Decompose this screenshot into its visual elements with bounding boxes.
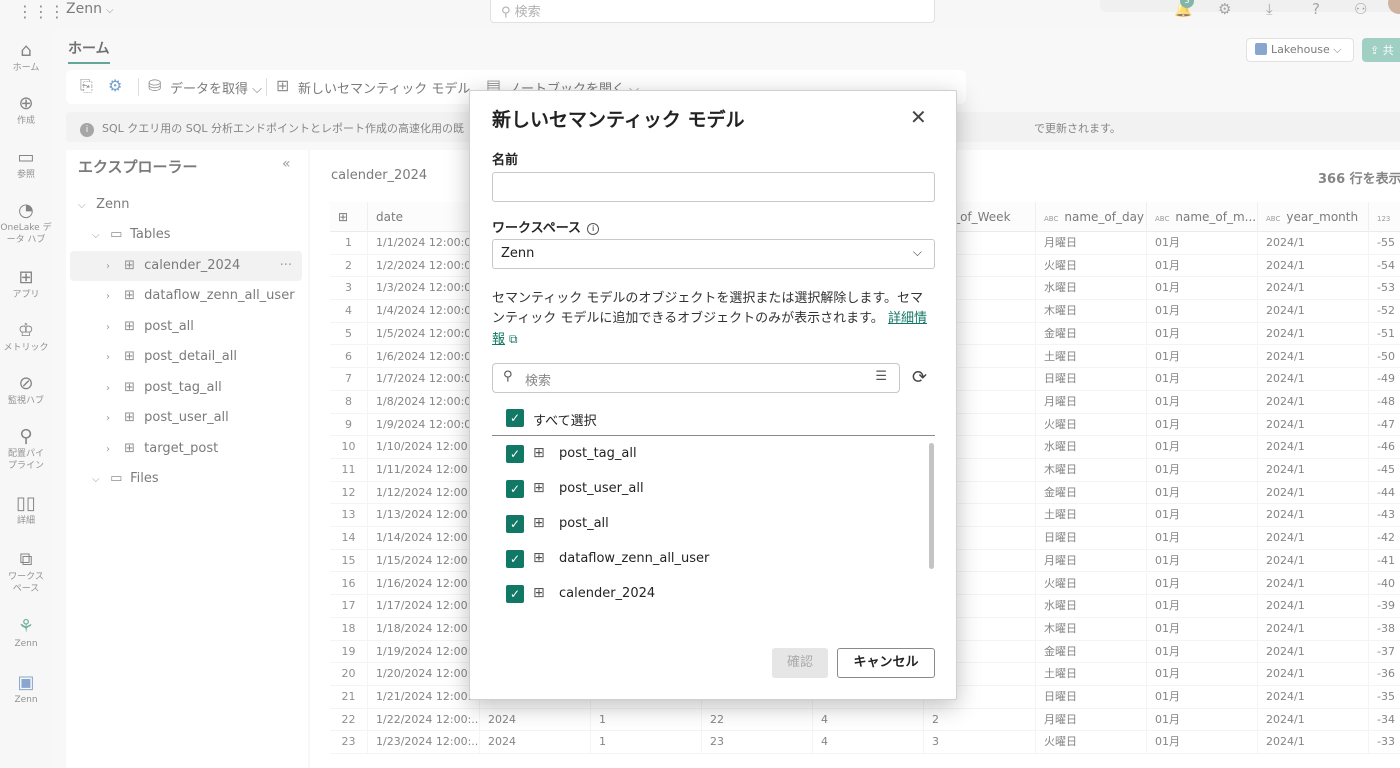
refresh-icon[interactable]: ⟳ (912, 367, 927, 388)
workspace-label: ワークスペース i (492, 217, 600, 236)
item-label: post_tag_all (559, 446, 637, 461)
dialog-title: 新しいセマンティック モデル (492, 109, 745, 131)
table-icon: ⊞ (533, 480, 545, 496)
item-checkbox[interactable]: ✓ (506, 480, 524, 498)
item-label: dataflow_zenn_all_user (559, 551, 710, 566)
item-checkbox[interactable]: ✓ (506, 585, 524, 603)
close-icon[interactable]: ✕ (910, 105, 927, 129)
workspace-select[interactable]: Zenn ⌵ (492, 239, 935, 269)
divider (492, 435, 935, 436)
item-checkbox[interactable]: ✓ (506, 550, 524, 568)
item-label: calender_2024 (559, 586, 656, 601)
confirm-button[interactable]: 確認 (772, 648, 828, 678)
select-all-label: すべて選択 (533, 414, 597, 429)
item-checkbox[interactable]: ✓ (506, 445, 524, 463)
table-icon: ⊞ (533, 445, 545, 461)
info-icon[interactable]: i (587, 223, 600, 235)
name-input[interactable] (492, 172, 935, 202)
cancel-button[interactable]: キャンセル (837, 648, 935, 678)
name-label: 名前 (492, 153, 519, 168)
object-search-input[interactable]: ⚲ 検索 ☰ (492, 363, 900, 393)
filter-icon[interactable]: ☰ (875, 369, 887, 384)
item-checkbox[interactable]: ✓ (506, 515, 524, 533)
dialog-description: セマンティック モデルのオブジェクトを選択または選択解除します。セマンティック … (492, 291, 927, 347)
search-icon: ⚲ (503, 369, 513, 384)
table-icon: ⊞ (533, 550, 545, 566)
item-label: post_all (559, 516, 609, 531)
chevron-down-icon: ⌵ (912, 245, 922, 259)
external-link-icon: ⧉ (509, 332, 518, 346)
list-scrollbar[interactable] (929, 443, 934, 569)
item-label: post_user_all (559, 481, 644, 496)
select-all-checkbox[interactable]: ✓ (506, 409, 524, 427)
table-icon: ⊞ (533, 585, 545, 601)
table-icon: ⊞ (533, 515, 545, 531)
new-semantic-model-dialog: 新しいセマンティック モデル ✕ 名前 ワークスペース i Zenn ⌵ セマンティ… (469, 90, 957, 700)
